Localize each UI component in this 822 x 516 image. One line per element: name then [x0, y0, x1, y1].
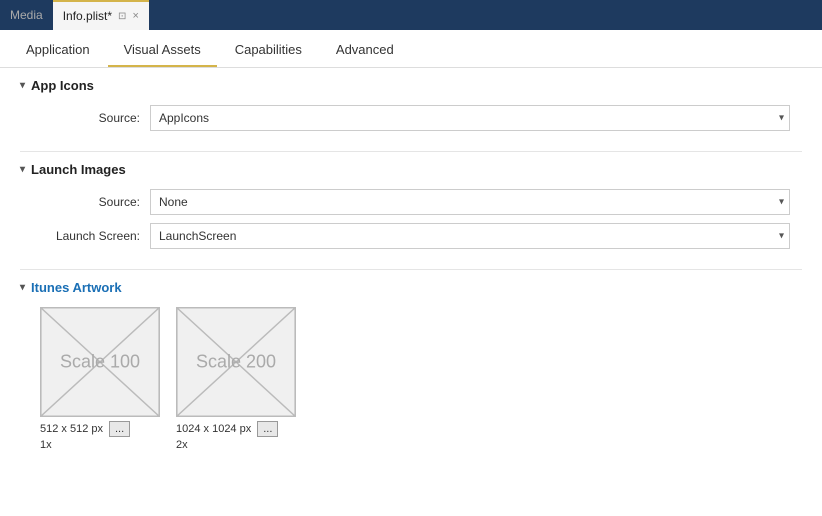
app-icons-source-row: Source: AppIcons None Custom ▾ [20, 105, 802, 131]
tab-capabilities[interactable]: Capabilities [219, 34, 318, 67]
artwork-size-2x: 1024 x 1024 px [176, 423, 251, 435]
artwork-item-2x: Scale 200 1024 x 1024 px ... 2x [176, 307, 296, 451]
artwork-grid: Scale 100 512 x 512 px ... 1x Scale 200 [20, 307, 802, 451]
app-icons-source-select-wrapper: AppIcons None Custom ▾ [150, 105, 790, 131]
divider-2 [20, 269, 802, 270]
section-launch-images-title: Launch Images [31, 162, 126, 177]
artwork-scale-1x: 1x [40, 439, 52, 451]
tab-media[interactable]: Media [0, 0, 53, 30]
chevron-app-icons[interactable]: ▾ [20, 80, 25, 91]
launch-screen-row: Launch Screen: LaunchScreen None Custom … [20, 223, 802, 249]
artwork-browse-btn-1x[interactable]: ... [109, 421, 130, 437]
artwork-size-1x: 512 x 512 px [40, 423, 103, 435]
artwork-label-row-1x: 512 x 512 px ... [40, 421, 130, 437]
launch-images-source-row: Source: None LaunchImages Custom ▾ [20, 189, 802, 215]
divider-1 [20, 151, 802, 152]
section-itunes-artwork: ▾ Itunes Artwork Scale 100 512 x 512 px … [20, 280, 802, 451]
tab-infoplist[interactable]: Info.plist* ⊡ × [53, 0, 149, 30]
tab-media-label: Media [10, 8, 43, 22]
artwork-box-2x: Scale 200 [176, 307, 296, 417]
tab-application[interactable]: Application [10, 34, 106, 67]
app-icons-source-select[interactable]: AppIcons None Custom [150, 105, 790, 131]
section-launch-images: ▾ Launch Images Source: None LaunchImage… [20, 162, 802, 249]
close-icon[interactable]: × [132, 10, 138, 22]
artwork-scale-2x: 2x [176, 439, 188, 451]
section-itunes-title: Itunes Artwork [31, 280, 122, 295]
pin-icon[interactable]: ⊡ [118, 11, 126, 22]
main-content: ▾ App Icons Source: AppIcons None Custom… [0, 68, 822, 516]
chevron-launch-images[interactable]: ▾ [20, 164, 25, 175]
launch-images-source-label: Source: [40, 195, 150, 209]
section-app-icons-header: ▾ App Icons [20, 78, 802, 93]
launch-screen-select-wrapper: LaunchScreen None Custom ▾ [150, 223, 790, 249]
section-app-icons-title: App Icons [31, 78, 94, 93]
nav-tabs: Application Visual Assets Capabilities A… [0, 30, 822, 68]
launch-screen-label: Launch Screen: [40, 229, 150, 243]
artwork-box-1x: Scale 100 [40, 307, 160, 417]
section-launch-images-header: ▾ Launch Images [20, 162, 802, 177]
tab-visual-assets[interactable]: Visual Assets [108, 34, 217, 67]
chevron-itunes[interactable]: ▾ [20, 282, 25, 293]
artwork-scale-label-1x: Scale 100 [60, 352, 140, 373]
artwork-browse-btn-2x[interactable]: ... [257, 421, 278, 437]
app-icons-source-label: Source: [40, 111, 150, 125]
section-itunes-header: ▾ Itunes Artwork [20, 280, 802, 295]
title-bar: Media Info.plist* ⊡ × [0, 0, 822, 30]
artwork-scale-label-2x: Scale 200 [196, 352, 276, 373]
section-app-icons: ▾ App Icons Source: AppIcons None Custom… [20, 78, 802, 131]
launch-images-source-select-wrapper: None LaunchImages Custom ▾ [150, 189, 790, 215]
launch-images-source-select[interactable]: None LaunchImages Custom [150, 189, 790, 215]
artwork-label-row-2x: 1024 x 1024 px ... [176, 421, 278, 437]
tab-infoplist-label: Info.plist* [63, 9, 112, 23]
tab-advanced[interactable]: Advanced [320, 34, 410, 67]
launch-screen-select[interactable]: LaunchScreen None Custom [150, 223, 790, 249]
artwork-item-1x: Scale 100 512 x 512 px ... 1x [40, 307, 160, 451]
